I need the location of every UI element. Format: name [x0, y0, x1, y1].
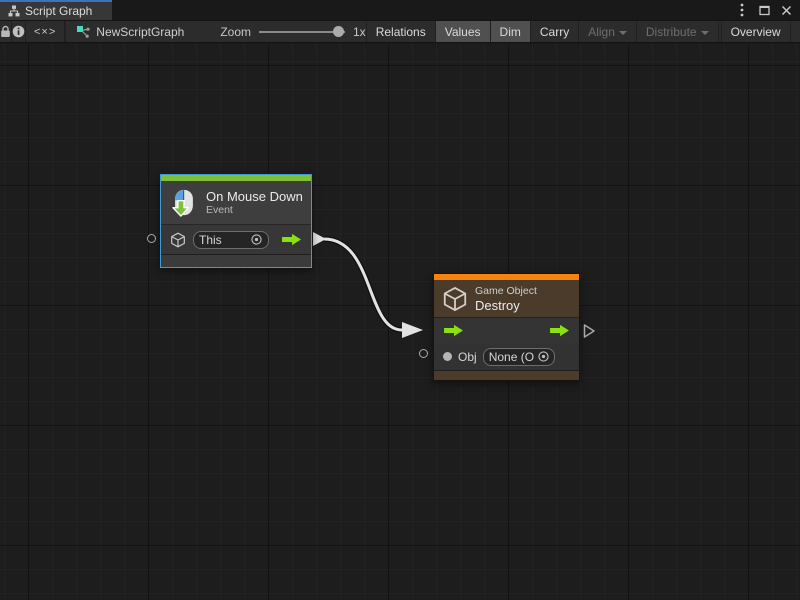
flow-out-port[interactable]: [281, 233, 302, 246]
cube-icon: [170, 232, 186, 248]
node-footer: [161, 254, 311, 267]
zoom-value: 1x: [353, 25, 366, 39]
obj-field[interactable]: None (O: [483, 348, 555, 366]
cube-icon: [442, 286, 468, 312]
node-destroy[interactable]: Game Object Destroy Obj None (O: [433, 273, 580, 381]
graph-toolbar: <×> NewScriptGraph Zoom 1x Relations Val…: [0, 20, 800, 43]
node-subtitle: Event: [206, 204, 303, 217]
relations-button[interactable]: Relations: [367, 21, 436, 42]
flow-in-port[interactable]: [443, 324, 464, 337]
distribute-dropdown[interactable]: Distribute: [637, 21, 719, 42]
info-icon[interactable]: [12, 21, 26, 42]
graph-breadcrumb[interactable]: NewScriptGraph: [66, 21, 194, 42]
kebab-menu-icon[interactable]: [734, 2, 750, 18]
align-dropdown[interactable]: Align: [579, 21, 637, 42]
destroy-obj-row: Obj None (O: [434, 343, 579, 370]
target-field[interactable]: This: [193, 231, 269, 249]
carry-button[interactable]: Carry: [531, 21, 579, 42]
obj-port-label: Obj: [458, 350, 477, 364]
object-picker-icon[interactable]: [537, 350, 550, 363]
chevron-down-icon: [619, 31, 627, 35]
zoom-label: Zoom: [220, 25, 251, 39]
node-on-mouse-down[interactable]: On Mouse Down Event This: [160, 174, 312, 268]
zoom-slider-handle[interactable]: [333, 26, 344, 37]
zoom-control: Zoom 1x: [220, 21, 365, 42]
object-picker-icon[interactable]: [250, 233, 263, 246]
lock-icon[interactable]: [0, 21, 12, 42]
destroy-flow-row: [434, 318, 579, 343]
obj-value-port-dot[interactable]: [443, 352, 452, 361]
overview-button[interactable]: Overview: [721, 21, 791, 42]
graph-canvas[interactable]: On Mouse Down Event This: [0, 44, 800, 600]
code-preview-icon[interactable]: <×>: [26, 21, 65, 42]
flow-connection[interactable]: [0, 44, 800, 600]
destroy-obj-input-port[interactable]: [419, 349, 428, 358]
graph-name: NewScriptGraph: [96, 25, 184, 39]
obj-field-value: None (O: [489, 350, 534, 364]
destroy-flow-out-connector[interactable]: [583, 323, 596, 339]
title-bar: Script Graph: [0, 0, 800, 20]
node-title: Destroy: [475, 298, 537, 313]
mouse-event-icon: [169, 188, 199, 218]
event-target-input-port[interactable]: [147, 234, 156, 243]
node-category: Game Object: [475, 285, 537, 298]
node-header: On Mouse Down Event: [161, 181, 311, 225]
flow-out-port[interactable]: [549, 324, 570, 337]
node-header: Game Object Destroy: [434, 280, 579, 318]
target-field-value: This: [199, 233, 222, 247]
close-icon[interactable]: [778, 2, 794, 18]
tab-title: Script Graph: [25, 4, 92, 18]
node-title: On Mouse Down: [206, 189, 303, 204]
graph-asset-icon: [76, 25, 90, 39]
node-footer: [434, 370, 579, 380]
values-button[interactable]: Values: [436, 21, 491, 42]
script-graph-window: Script Graph <×>: [0, 0, 800, 600]
fullscreen-button[interactable]: Full Screen: [791, 21, 800, 42]
window-controls: [734, 0, 800, 20]
code-glyph: <×>: [34, 26, 56, 38]
maximize-icon[interactable]: [756, 2, 772, 18]
event-port-row: This: [161, 225, 311, 254]
tab-script-graph[interactable]: Script Graph: [0, 0, 112, 20]
zoom-slider[interactable]: [259, 20, 345, 43]
toolbar-buttons: Relations Values Dim Carry Align Distrib…: [366, 21, 800, 42]
script-graph-tab-icon: [8, 5, 20, 17]
dim-button[interactable]: Dim: [491, 21, 531, 42]
chevron-down-icon: [701, 31, 709, 35]
